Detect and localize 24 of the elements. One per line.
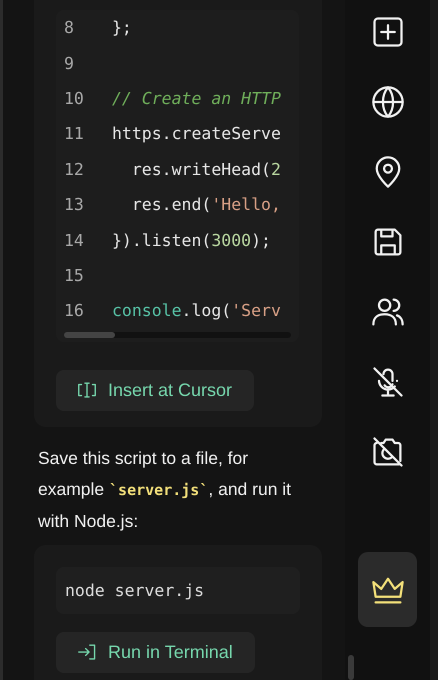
code-line: // Create an HTTP: [112, 88, 281, 108]
code-line: };: [112, 18, 132, 38]
line-number: 13: [64, 195, 85, 214]
line-number: 9: [64, 54, 75, 73]
sidebar-button[interactable]: [358, 552, 417, 627]
instruction-text: Save this script to a file, for example `server.js`, and run it with Node.js:: [38, 446, 292, 533]
line-number: 8: [64, 18, 75, 38]
globe-icon: [370, 84, 406, 120]
line-number: 11: [64, 124, 85, 144]
run-button[interactable]: Run in Terminal: [56, 632, 255, 673]
line-number: 10: [64, 88, 85, 108]
code-line: res.writeHead(2: [130, 160, 281, 179]
line-number: 16: [64, 301, 85, 320]
line-number: 14: [64, 230, 85, 250]
insert-button[interactable]: Insert at Cursor: [56, 370, 254, 411]
command-code: node server.js: [56, 566, 300, 614]
vertical-scrollbar[interactable]: [348, 655, 354, 680]
code-line: }).listen(3000);: [112, 230, 271, 250]
horizontal-scrollbar[interactable]: [64, 332, 291, 338]
code-line: console.log('Serv: [112, 301, 281, 320]
code-line: res.end('Hello,: [130, 195, 281, 214]
line-number: 15: [64, 266, 85, 285]
line-number: 12: [64, 160, 85, 179]
code-line: https.createServe: [112, 124, 281, 144]
